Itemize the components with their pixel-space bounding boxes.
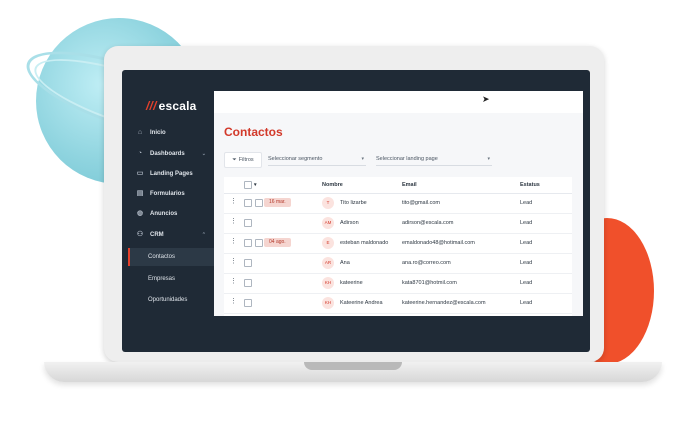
- date-badge: 16 mar.: [264, 198, 291, 207]
- column-header-email[interactable]: Email: [402, 182, 417, 188]
- contact-email: ana.ro@correo.com: [402, 260, 451, 266]
- row-checkbox[interactable]: [244, 219, 252, 227]
- contact-status: Lead: [520, 280, 533, 286]
- avatar: KH: [322, 277, 334, 289]
- row-checkbox-secondary[interactable]: [255, 199, 263, 207]
- column-header-nombre[interactable]: Nombre: [322, 182, 343, 188]
- avatar: E: [322, 237, 334, 249]
- sidebar-item-crm[interactable]: ⚇ CRM ⌃: [128, 227, 214, 243]
- contact-name[interactable]: esteban maldonado: [340, 240, 388, 246]
- mouse-cursor-icon: ➤: [482, 94, 490, 104]
- sidebar-item-label: Dashboards: [150, 151, 185, 157]
- chevron-down-icon: ▾: [487, 156, 490, 162]
- date-badge: 04 ago.: [264, 238, 291, 247]
- contact-status: Lead: [520, 200, 533, 206]
- sidebar-subitem-label: Oportunidades: [148, 297, 188, 303]
- avatar: KH: [322, 297, 334, 309]
- contact-name[interactable]: Adirson: [340, 220, 359, 226]
- dashboard-icon: ◔: [137, 150, 143, 157]
- chevron-down-icon: ▾: [361, 156, 364, 162]
- users-icon: ⚇: [136, 231, 144, 238]
- contact-name[interactable]: Ana: [340, 260, 350, 266]
- row-menu-icon[interactable]: ⋮: [230, 218, 237, 226]
- row-checkbox[interactable]: [244, 299, 252, 307]
- top-bar: ➤: [214, 91, 583, 114]
- column-header-estatus[interactable]: Estatus: [520, 182, 540, 188]
- contacts-table: ▾ Nombre Email Estatus ⋮ 16 mar. T Tito …: [224, 177, 572, 316]
- filter-icon: ⏷: [232, 156, 237, 163]
- chevron-down-icon: ⌄: [201, 151, 206, 157]
- table-row[interactable]: ⋮ KH Kateerine Andrea kateerine.hernande…: [224, 293, 572, 314]
- contact-name[interactable]: Tito lizarbe: [340, 200, 367, 206]
- table-row[interactable]: ⋮ 04 ago. E esteban maldonado emaldonado…: [224, 233, 572, 254]
- sidebar-item-label: Anuncios: [150, 211, 178, 217]
- sidebar-item-anuncios[interactable]: ◍ Anuncios: [128, 206, 214, 222]
- row-menu-icon[interactable]: ⋮: [230, 278, 237, 286]
- contact-status: Lead: [520, 300, 533, 306]
- sidebar-subitem-contactos[interactable]: Contactos: [128, 248, 214, 266]
- row-checkbox[interactable]: [244, 279, 252, 287]
- contact-email: kateerine.hernandez@escala.com: [402, 300, 486, 306]
- page-title: Contactos: [224, 125, 283, 139]
- contact-status: Lead: [520, 240, 533, 246]
- table-row[interactable]: ⋮ AR Ana ana.ro@correo.com Lead: [224, 253, 572, 274]
- table-row[interactable]: ⋮ AM Adirson adirson@escala.com Lead: [224, 213, 572, 234]
- segment-select[interactable]: Seleccionar segmento ▾: [268, 153, 366, 166]
- sidebar-item-inicio[interactable]: ⌂ Inicio: [128, 125, 214, 141]
- sidebar: ///escala ⌂ Inicio ◔ Dashboards ⌄ ▭ Land…: [128, 91, 214, 316]
- avatar: AR: [322, 257, 334, 269]
- sidebar-item-label: CRM: [150, 232, 164, 238]
- landing-icon: ▭: [136, 170, 144, 177]
- row-checkbox[interactable]: [244, 199, 252, 207]
- sidebar-item-formularios[interactable]: ▤ Formularios: [128, 186, 214, 202]
- sidebar-subitem-label: Empresas: [148, 276, 176, 282]
- sidebar-item-dashboards[interactable]: ◔ Dashboards ⌄: [128, 146, 214, 162]
- contact-name[interactable]: Kateerine Andrea: [340, 300, 383, 306]
- row-checkbox[interactable]: [244, 239, 252, 247]
- globe-icon: ◍: [136, 210, 144, 217]
- contact-email: adirson@escala.com: [402, 220, 454, 226]
- logo-text: escala: [158, 99, 197, 113]
- row-menu-icon[interactable]: ⋮: [230, 198, 237, 206]
- segment-select-placeholder: Seleccionar segmento: [268, 156, 323, 162]
- landing-select[interactable]: Seleccionar landing page ▾: [376, 153, 492, 166]
- sidebar-subitem-oportunidades[interactable]: Oportunidades: [128, 291, 214, 309]
- select-all-checkbox[interactable]: [244, 181, 252, 189]
- laptop-notch: [304, 362, 402, 370]
- sidebar-item-landing-pages[interactable]: ▭ Landing Pages: [128, 166, 214, 182]
- sidebar-item-label: Inicio: [150, 130, 166, 136]
- table-row[interactable]: ⋮ KH kateerine kata8701@hotmil.com Lead: [224, 273, 572, 294]
- filter-button[interactable]: ⏷ Filtros: [224, 152, 262, 168]
- app-logo[interactable]: ///escala: [146, 99, 197, 113]
- avatar: AM: [322, 217, 334, 229]
- main-content: Contactos ⏷ Filtros Seleccionar segmento…: [214, 113, 583, 316]
- contact-email: emaldonado48@hotimail.com: [402, 240, 475, 246]
- row-checkbox[interactable]: [244, 259, 252, 267]
- table-row[interactable]: ⋮ 16 mar. T Tito lizarbe tito@gmail.com …: [224, 193, 572, 214]
- row-checkbox-secondary[interactable]: [255, 239, 263, 247]
- sidebar-subitem-empresas[interactable]: Empresas: [128, 270, 214, 288]
- table-header: ▾ Nombre Email Estatus: [224, 177, 572, 194]
- chevron-down-icon[interactable]: ▾: [254, 182, 257, 188]
- home-icon: ⌂: [137, 129, 143, 136]
- row-menu-icon[interactable]: ⋮: [230, 238, 237, 246]
- avatar: T: [322, 197, 334, 209]
- chevron-up-icon: ⌃: [201, 232, 206, 238]
- row-menu-icon[interactable]: ⋮: [230, 298, 237, 306]
- laptop-screen: ///escala ⌂ Inicio ◔ Dashboards ⌄ ▭ Land…: [128, 91, 583, 316]
- sidebar-subitem-label: Contactos: [148, 254, 176, 260]
- contact-status: Lead: [520, 260, 533, 266]
- contact-email: tito@gmail.com: [402, 200, 440, 206]
- sidebar-item-label: Landing Pages: [150, 171, 193, 177]
- contact-name[interactable]: kateerine: [340, 280, 363, 286]
- sidebar-item-label: Formularios: [150, 191, 185, 197]
- row-menu-icon[interactable]: ⋮: [230, 258, 237, 266]
- logo-mark-icon: ///: [146, 99, 157, 113]
- contact-email: kata8701@hotmil.com: [402, 280, 457, 286]
- filter-label: Filtros: [238, 157, 254, 163]
- landing-select-placeholder: Seleccionar landing page: [376, 156, 438, 162]
- form-icon: ▤: [136, 190, 144, 197]
- contact-status: Lead: [520, 220, 533, 226]
